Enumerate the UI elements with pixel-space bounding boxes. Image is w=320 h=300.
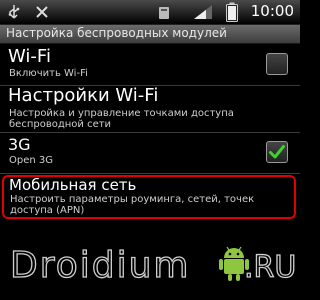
3g-checkbox[interactable] xyxy=(266,141,288,163)
3g-setting[interactable]: 3G Open 3G xyxy=(0,133,300,173)
droidium-watermark: Droidium .RU xyxy=(0,225,300,300)
3g-title: 3G xyxy=(8,135,31,154)
status-time: 10:00 xyxy=(250,2,294,20)
divider xyxy=(0,173,300,174)
watermark-left-text: Droidium xyxy=(10,245,191,286)
page-title: Настройка беспроводных модулей xyxy=(6,26,227,40)
wifi-settings-subtitle-line2: беспроводной сети xyxy=(9,119,112,130)
wifi-title: Wi-Fi xyxy=(8,46,51,67)
wifi-settings-title: Настройки Wi-Fi xyxy=(8,85,159,106)
battery-icon xyxy=(226,2,238,26)
3g-subtitle: Open 3G xyxy=(9,155,53,166)
wifi-setting[interactable]: Wi-Fi Включить Wi-Fi xyxy=(0,45,300,85)
title-bar: Настройка беспроводных модулей xyxy=(0,25,300,44)
status-bar: 10:00 xyxy=(0,0,300,25)
notification-icon xyxy=(158,5,170,24)
mobile-network-subtitle-line2: доступа (APN) xyxy=(10,205,85,216)
mobile-network-item[interactable]: Мобильная сеть Настроить параметры роуми… xyxy=(2,175,296,219)
wifi-subtitle: Включить Wi-Fi xyxy=(9,68,88,79)
watermark-right-text: .RU xyxy=(244,250,296,285)
signal-icon xyxy=(192,3,214,25)
mobile-network-title: Мобильная сеть xyxy=(9,176,137,194)
no-sim-icon xyxy=(34,4,50,24)
wifi-checkbox[interactable] xyxy=(266,53,288,75)
checkmark-icon xyxy=(269,145,285,159)
usb-icon xyxy=(6,4,22,24)
wifi-settings-item[interactable]: Настройки Wi-Fi Настройка и управление т… xyxy=(0,85,300,132)
